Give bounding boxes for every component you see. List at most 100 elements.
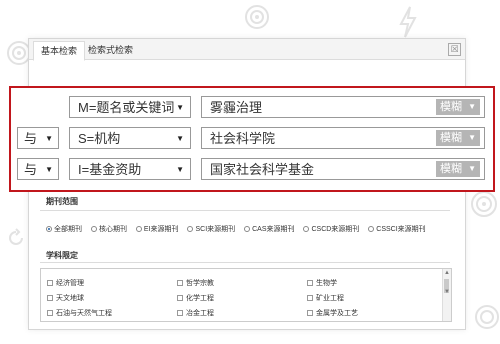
subject-label: 天文地球 bbox=[56, 295, 84, 302]
subject-label: 经济管理 bbox=[56, 280, 84, 287]
checkbox bbox=[307, 280, 313, 287]
radio-dot bbox=[303, 226, 310, 233]
radio-cssci-journals[interactable]: CSSCI来源期刊 bbox=[368, 224, 426, 234]
radio-label: CSCD来源期刊 bbox=[311, 226, 360, 233]
chevron-down-icon: ▼ bbox=[45, 165, 53, 174]
radio-sci-journals[interactable]: SCI来源期刊 bbox=[187, 224, 235, 234]
subject-checkbox-item[interactable]: 矿业工程 bbox=[307, 293, 344, 303]
checkbox bbox=[47, 310, 53, 317]
scroll-down-icon[interactable]: ▼ bbox=[444, 289, 450, 295]
subject-checkbox-item[interactable]: 天文地球 bbox=[47, 293, 84, 303]
radio-core-journals[interactable]: 核心期刊 bbox=[90, 224, 127, 234]
subject-limit-title: 学科限定 bbox=[46, 251, 78, 260]
subject-label: 冶金工程 bbox=[186, 310, 214, 317]
subject-list: 经济管理 哲学宗教 生物学 天文地球 化学工程 矿业工程 石油与天然气工程 冶金… bbox=[40, 268, 452, 322]
subject-label: 矿业工程 bbox=[316, 295, 344, 302]
match-mode-select[interactable]: 模糊 ▼ bbox=[436, 130, 480, 146]
checkbox bbox=[177, 280, 183, 287]
chevron-down-icon: ▼ bbox=[176, 134, 184, 143]
chevron-down-icon: ▼ bbox=[176, 103, 184, 112]
search-term-input[interactable]: 雾霾治理 模糊 ▼ bbox=[201, 96, 485, 118]
radio-dot bbox=[90, 226, 97, 233]
subject-checkbox-item[interactable]: 冶金工程 bbox=[177, 308, 214, 318]
divider bbox=[40, 262, 450, 263]
subject-checkbox-item[interactable]: 金属学及工艺 bbox=[307, 308, 358, 318]
radio-dot bbox=[187, 226, 194, 233]
journal-scope-options: 全部期刊 核心期刊 EI来源期刊 SCI来源期刊 CAS来源期刊 CSCD来源期… bbox=[46, 224, 433, 234]
search-term-value: 雾霾治理 bbox=[210, 100, 263, 115]
radio-ei-journals[interactable]: EI来源期刊 bbox=[135, 224, 179, 234]
radio-dot bbox=[135, 226, 142, 233]
chevron-down-icon: ▼ bbox=[176, 165, 184, 174]
field-select-value: M=题名或关键词 bbox=[78, 100, 175, 115]
match-mode-select[interactable]: 模糊 ▼ bbox=[436, 161, 480, 177]
radio-label: CAS来源期刊 bbox=[252, 226, 295, 233]
search-term-value: 国家社会科学基金 bbox=[210, 162, 315, 177]
match-mode-label: 模糊 bbox=[440, 163, 462, 175]
match-mode-label: 模糊 bbox=[440, 132, 462, 144]
checkbox bbox=[47, 295, 53, 302]
subject-checkbox-item[interactable]: 化学工程 bbox=[177, 293, 214, 303]
lightning-icon bbox=[398, 6, 418, 38]
match-mode-select[interactable]: 模糊 ▼ bbox=[436, 99, 480, 115]
search-term-value: 社会科学院 bbox=[210, 131, 276, 146]
radio-label: 核心期刊 bbox=[98, 226, 127, 233]
subject-checkbox-item[interactable]: 经济管理 bbox=[47, 278, 84, 288]
chevron-down-icon: ▼ bbox=[468, 102, 476, 111]
subject-label: 哲学宗教 bbox=[186, 280, 214, 287]
radio-label: EI来源期刊 bbox=[143, 226, 179, 233]
match-mode-label: 模糊 bbox=[440, 101, 462, 113]
tab-basic-search[interactable]: 基本检索 bbox=[33, 41, 86, 61]
search-term-input[interactable]: 国家社会科学基金 模糊 ▼ bbox=[201, 158, 485, 180]
subject-label: 化学工程 bbox=[186, 295, 214, 302]
logic-select[interactable]: 与 ▼ bbox=[17, 127, 59, 149]
checkbox bbox=[177, 310, 183, 317]
checkbox bbox=[307, 310, 313, 317]
chevron-down-icon: ▼ bbox=[468, 164, 476, 173]
subject-checkbox-item[interactable]: 生物学 bbox=[307, 278, 337, 288]
logic-select-value: 与 bbox=[24, 131, 38, 146]
journal-scope-title: 期刊范围 bbox=[46, 197, 78, 206]
tab-bar: 基本检索 检索式检索 ☒ bbox=[29, 39, 465, 61]
radio-label: 全部期刊 bbox=[54, 226, 82, 233]
subject-checkbox-item[interactable]: 哲学宗教 bbox=[177, 278, 214, 288]
subject-scrollbar[interactable]: ▲ ▼ bbox=[442, 269, 451, 321]
logic-select[interactable]: 与 ▼ bbox=[17, 158, 59, 180]
subject-label: 生物学 bbox=[316, 280, 337, 287]
logic-select-value: 与 bbox=[24, 162, 38, 177]
field-select-value: I=基金资助 bbox=[78, 162, 142, 177]
tab-expression-search[interactable]: 检索式检索 bbox=[81, 41, 140, 59]
chevron-down-icon: ▼ bbox=[468, 133, 476, 142]
radio-label: SCI来源期刊 bbox=[195, 226, 236, 233]
field-select[interactable]: S=机构 ▼ bbox=[69, 127, 191, 149]
close-icon[interactable]: ☒ bbox=[448, 43, 461, 56]
radio-dot bbox=[244, 226, 251, 233]
refresh-icon bbox=[6, 228, 26, 248]
query-row: 与 ▼ I=基金资助 ▼ 国家社会科学基金 模糊 ▼ bbox=[11, 158, 493, 182]
query-row: 与 ▼ S=机构 ▼ 社会科学院 模糊 ▼ bbox=[11, 127, 493, 151]
chevron-down-icon: ▼ bbox=[45, 134, 53, 143]
radio-cscd-journals[interactable]: CSCD来源期刊 bbox=[303, 224, 359, 234]
radio-dot bbox=[368, 226, 375, 233]
radio-cas-journals[interactable]: CAS来源期刊 bbox=[244, 224, 295, 234]
target-icon bbox=[244, 4, 270, 30]
subject-checkbox-item[interactable]: 石油与天然气工程 bbox=[47, 308, 112, 318]
search-term-input[interactable]: 社会科学院 模糊 ▼ bbox=[201, 127, 485, 149]
checkbox bbox=[47, 280, 53, 287]
field-select[interactable]: I=基金资助 ▼ bbox=[69, 158, 191, 180]
subject-label: 石油与天然气工程 bbox=[56, 310, 112, 317]
radio-dot bbox=[46, 226, 52, 233]
query-builder: M=题名或关键词 ▼ 雾霾治理 模糊 ▼ 与 ▼ S=机构 ▼ 社会科学院 模糊… bbox=[9, 86, 495, 192]
radio-all-journals[interactable]: 全部期刊 bbox=[46, 224, 82, 234]
target-icon bbox=[474, 304, 500, 330]
radio-label: CSSCI来源期刊 bbox=[376, 226, 426, 233]
divider bbox=[40, 210, 450, 211]
query-row: M=题名或关键词 ▼ 雾霾治理 模糊 ▼ bbox=[11, 96, 493, 120]
target-icon bbox=[470, 190, 498, 218]
field-select[interactable]: M=题名或关键词 ▼ bbox=[69, 96, 191, 118]
field-select-value: S=机构 bbox=[78, 131, 121, 146]
scroll-up-icon[interactable]: ▲ bbox=[444, 270, 450, 276]
checkbox bbox=[307, 295, 313, 302]
checkbox bbox=[177, 295, 183, 302]
subject-label: 金属学及工艺 bbox=[316, 310, 358, 317]
